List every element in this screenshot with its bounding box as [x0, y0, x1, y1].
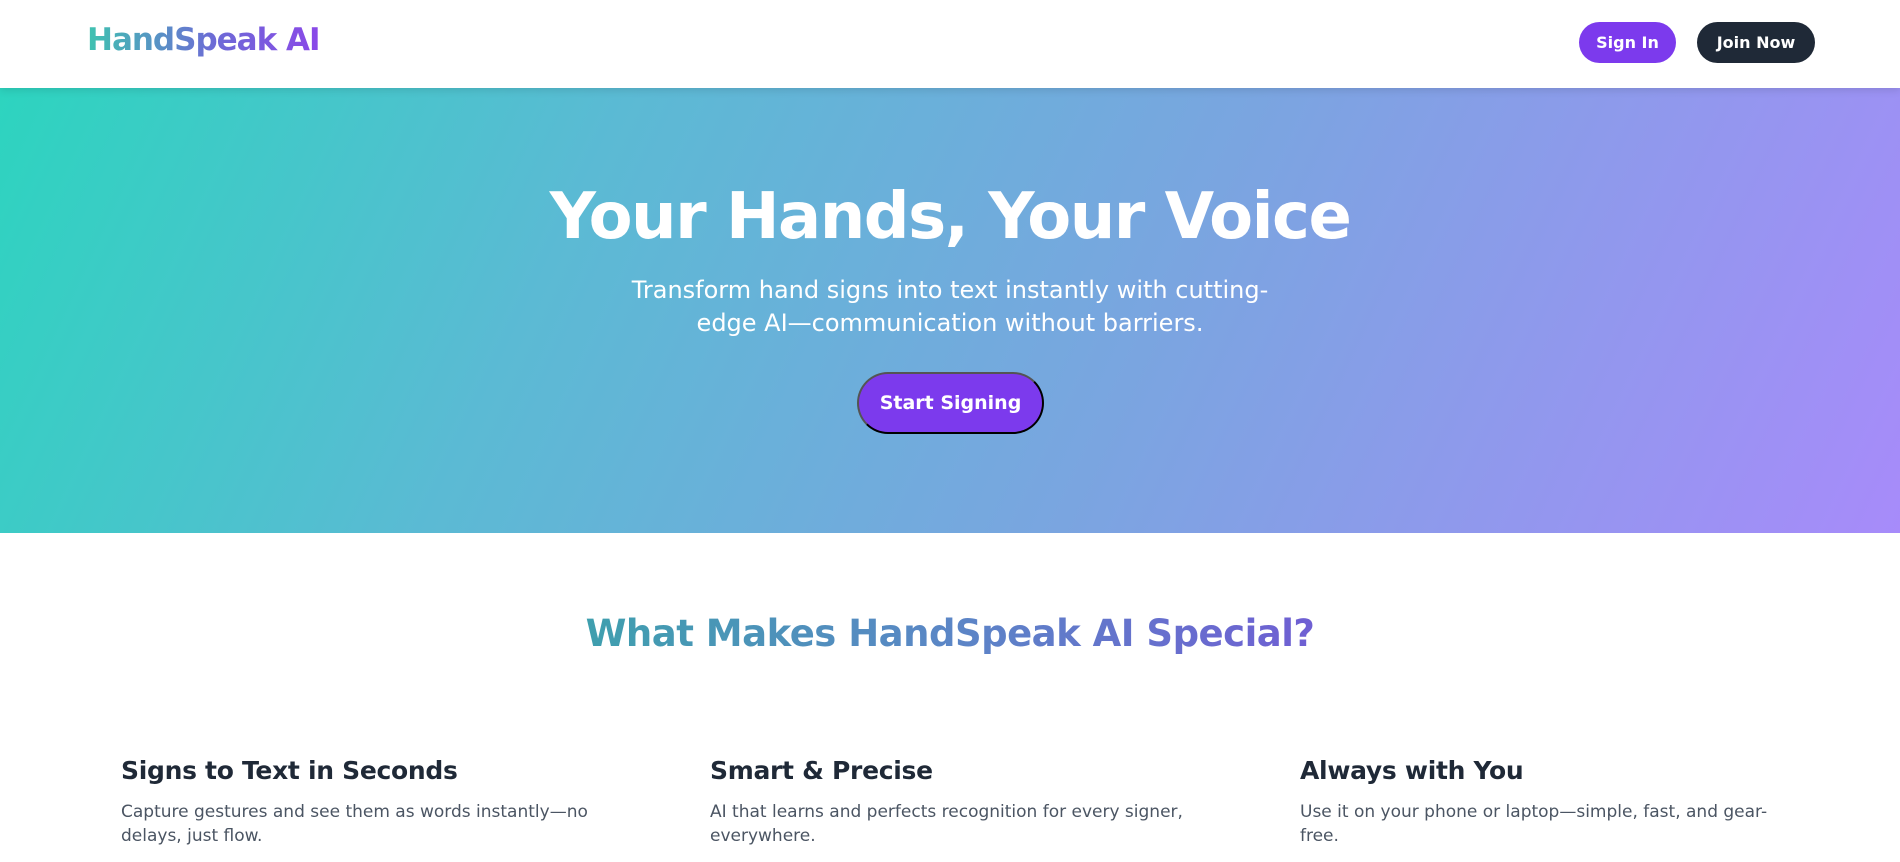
feature-title: Smart & Precise: [710, 756, 933, 785]
feature-card-speed: Signs to Text in Seconds Capture gesture…: [121, 756, 601, 848]
top-navbar: HandSpeak AI Sign In Join Now: [0, 0, 1900, 88]
hero-subtitle: Transform hand signs into text instantly…: [631, 276, 1269, 337]
features-heading: What Makes HandSpeak AI Special?: [0, 612, 1900, 655]
sign-in-button[interactable]: Sign In: [1579, 22, 1676, 63]
brand-logo[interactable]: HandSpeak AI: [87, 22, 321, 58]
feature-description: AI that learns and perfects recognition …: [710, 802, 1183, 846]
hero-section: Your Hands, Your Voice Transform hand si…: [0, 88, 1900, 533]
feature-card-portable: Always with You Use it on your phone or …: [1300, 756, 1780, 848]
start-signing-button[interactable]: Start Signing: [857, 372, 1044, 434]
feature-title: Signs to Text in Seconds: [121, 756, 458, 785]
features-heading-text: What Makes HandSpeak AI Special?: [585, 612, 1315, 655]
feature-title: Always with You: [1300, 756, 1524, 785]
feature-card-precision: Smart & Precise AI that learns and perfe…: [710, 756, 1190, 848]
feature-description: Use it on your phone or laptop—simple, f…: [1300, 802, 1768, 846]
hero-title: Your Hands, Your Voice: [549, 180, 1352, 254]
feature-description: Capture gestures and see them as words i…: [121, 802, 588, 846]
join-now-button[interactable]: Join Now: [1697, 22, 1815, 63]
